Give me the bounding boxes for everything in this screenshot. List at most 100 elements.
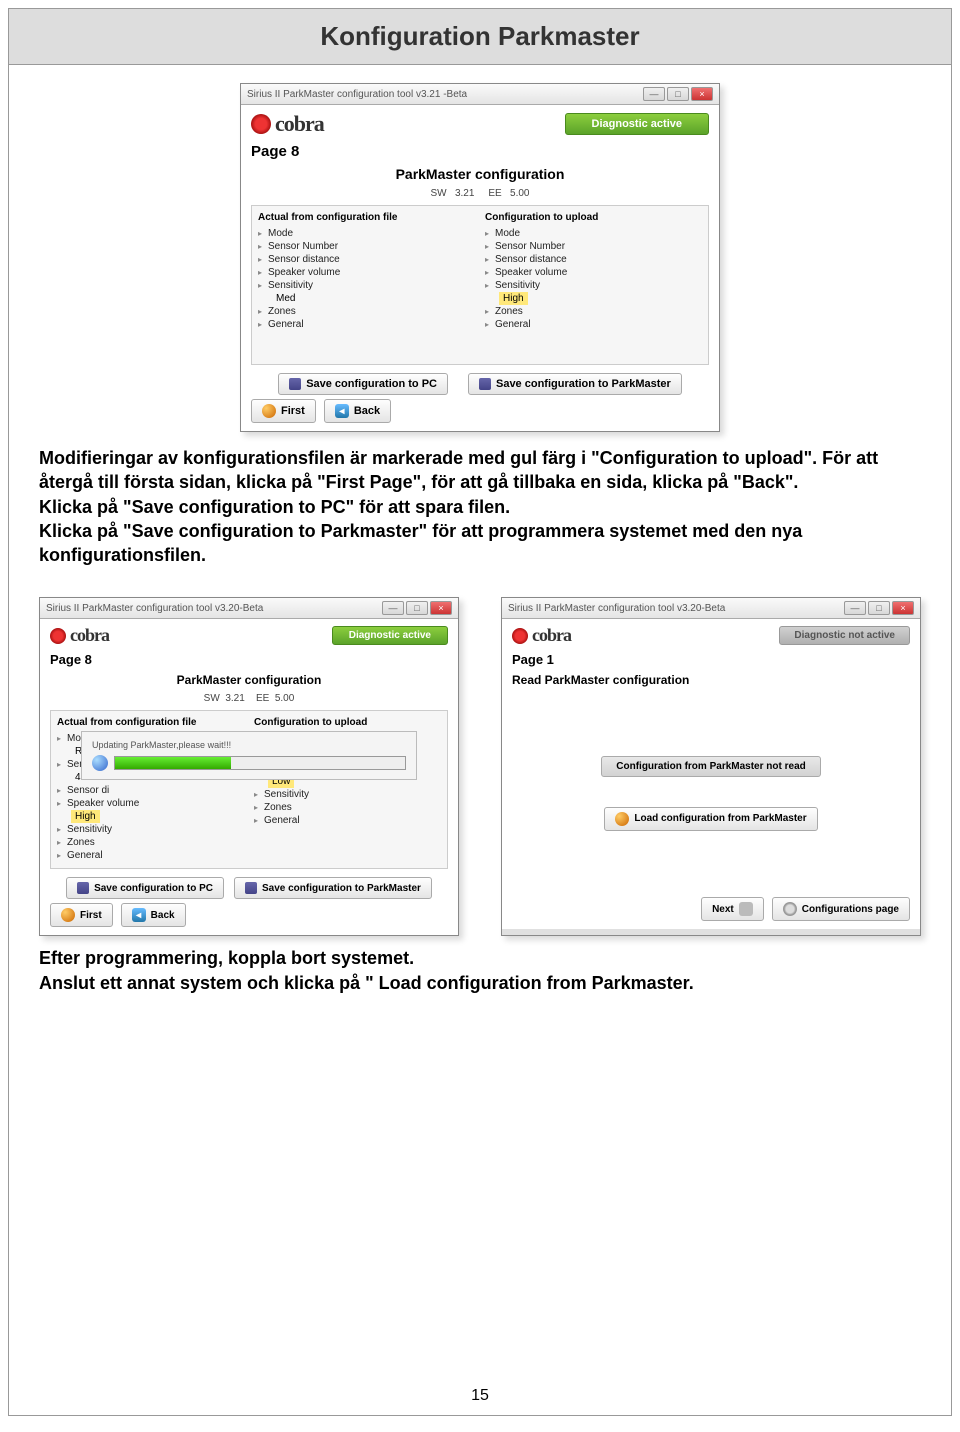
close-icon[interactable]: × (892, 601, 914, 615)
section-title: Read ParkMaster configuration (512, 673, 910, 687)
nav-row-right: Next Configurations page (512, 897, 910, 921)
tree-item[interactable]: Speaker volume (57, 797, 244, 810)
nav-row: First ◂ Back (251, 399, 709, 423)
save-pc-label: Save configuration to PC (306, 378, 437, 390)
back-icon: ◂ (132, 908, 146, 922)
next-button[interactable]: Next (701, 897, 764, 921)
back-button[interactable]: ◂ Back (121, 903, 186, 927)
tree-item[interactable]: Speaker volume (485, 266, 702, 279)
button-row: Save configuration to PC Save configurat… (50, 877, 448, 899)
tree-item[interactable]: Sensor di (57, 784, 244, 797)
close-icon[interactable]: × (691, 87, 713, 101)
app-body: cobra Diagnostic not active Page 1 Read … (502, 619, 920, 929)
cfg-page-label: Configurations page (802, 904, 899, 915)
brand-row: cobra Diagnostic active (50, 625, 448, 646)
maximize-icon[interactable]: □ (406, 601, 428, 615)
minimize-icon[interactable]: — (643, 87, 665, 101)
app-window-left: Sirius II ParkMaster configuration tool … (39, 597, 459, 936)
minimize-icon[interactable]: — (382, 601, 404, 615)
orb-icon (262, 404, 276, 418)
instruction-line-5: Anslut ett annat system och klicka på " … (39, 971, 921, 995)
tree-item[interactable]: Speaker volume (258, 266, 475, 279)
brand-row: cobra Diagnostic not active (512, 625, 910, 646)
window-title: Sirius II ParkMaster configuration tool … (46, 603, 263, 614)
brand-text: cobra (532, 625, 571, 646)
progress-dialog: Updating ParkMaster,please wait!!! (81, 731, 417, 780)
save-to-pc-button[interactable]: Save configuration to PC (66, 877, 224, 899)
sw-val: 3.21 (225, 693, 244, 704)
ee-val: 5.00 (275, 693, 294, 704)
diag-status-pill: Diagnostic not active (779, 626, 910, 645)
window-titlebar: Sirius II ParkMaster configuration tool … (502, 598, 920, 619)
instruction-line-1: Modifieringar av konfigurationsfilen är … (39, 446, 921, 495)
page-label: Page 1 (512, 652, 910, 667)
tree-item[interactable]: Sensitivity (57, 823, 244, 836)
minimize-icon[interactable]: — (844, 601, 866, 615)
load-config-button[interactable]: Load configuration from ParkMaster (604, 807, 817, 831)
cobra-logo: cobra (251, 111, 324, 137)
window-titlebar: Sirius II ParkMaster configuration tool … (40, 598, 458, 619)
tree-item[interactable]: Sensor Number (485, 240, 702, 253)
tree-item[interactable]: Zones (254, 801, 441, 814)
tree-item[interactable]: General (254, 814, 441, 827)
config-panel: Actual from configuration file Mode Sens… (251, 205, 709, 365)
orb-icon (61, 908, 75, 922)
gear-icon (783, 902, 797, 916)
cobra-logo-icon (50, 628, 66, 644)
tree-item[interactable]: Sensor distance (258, 253, 475, 266)
tree-item[interactable]: Mode (485, 227, 702, 240)
sw-label: SW (204, 693, 220, 704)
nav-row: First ◂ Back (50, 903, 448, 927)
window-buttons: — □ × (382, 601, 452, 615)
window-title: Sirius II ParkMaster configuration tool … (247, 89, 467, 100)
ee-label: EE (488, 188, 501, 199)
tree-item[interactable]: Zones (57, 836, 244, 849)
instruction-line-2: Klicka på "Save configuration to PC" för… (39, 495, 921, 519)
first-button[interactable]: First (50, 903, 113, 927)
cobra-logo: cobra (512, 625, 571, 646)
close-icon[interactable]: × (430, 601, 452, 615)
tree-item[interactable]: General (57, 849, 244, 862)
maximize-icon[interactable]: □ (868, 601, 890, 615)
sw-label: SW (431, 188, 447, 199)
configurations-page-button[interactable]: Configurations page (772, 897, 910, 921)
tree-item[interactable]: Sensitivity (254, 788, 441, 801)
button-row: Save configuration to PC Save configurat… (251, 373, 709, 395)
tree-item[interactable]: Mode (258, 227, 475, 240)
tree-item[interactable]: Sensitivity (258, 279, 475, 292)
save-to-parkmaster-button[interactable]: Save configuration to ParkMaster (234, 877, 432, 899)
back-icon: ◂ (335, 404, 349, 418)
back-label: Back (151, 910, 175, 921)
tree-item[interactable]: Sensor Number (258, 240, 475, 253)
save-pc-label: Save configuration to PC (94, 883, 213, 894)
window-title: Sirius II ParkMaster configuration tool … (508, 603, 725, 614)
sw-val: 3.21 (455, 188, 474, 199)
config-col-left: Actual from configuration file Mode Sens… (258, 212, 475, 358)
tree-item[interactable]: General (485, 318, 702, 331)
progress-bar (114, 756, 406, 770)
save-to-pc-button[interactable]: Save configuration to PC (278, 373, 448, 395)
instruction-text: Modifieringar av konfigurationsfilen är … (39, 446, 921, 567)
back-label: Back (354, 405, 380, 417)
ee-label: EE (256, 693, 269, 704)
tree-item[interactable]: Zones (258, 305, 475, 318)
app-body: cobra Diagnostic active Page 8 ParkMaste… (241, 105, 719, 431)
back-button[interactable]: ◂ Back (324, 399, 391, 423)
page-label: Page 8 (50, 652, 448, 667)
orb-icon (615, 812, 629, 826)
tree-sub-high[interactable]: High (71, 810, 100, 823)
app-window-main: Sirius II ParkMaster configuration tool … (240, 83, 720, 432)
first-label: First (281, 405, 305, 417)
tree-item[interactable]: General (258, 318, 475, 331)
window-buttons: — □ × (844, 601, 914, 615)
sw-ee-row: SW 3.21 EE 5.00 (50, 693, 448, 704)
maximize-icon[interactable]: □ (667, 87, 689, 101)
tree-sub-med[interactable]: Med (272, 292, 475, 305)
tree-item[interactable]: Sensitivity (485, 279, 702, 292)
tree-item[interactable]: Zones (485, 305, 702, 318)
save-to-parkmaster-button[interactable]: Save configuration to ParkMaster (468, 373, 682, 395)
col-right-head: Configuration to upload (485, 212, 702, 223)
tree-item[interactable]: Sensor distance (485, 253, 702, 266)
tree-sub-high[interactable]: High (499, 292, 528, 305)
first-button[interactable]: First (251, 399, 316, 423)
